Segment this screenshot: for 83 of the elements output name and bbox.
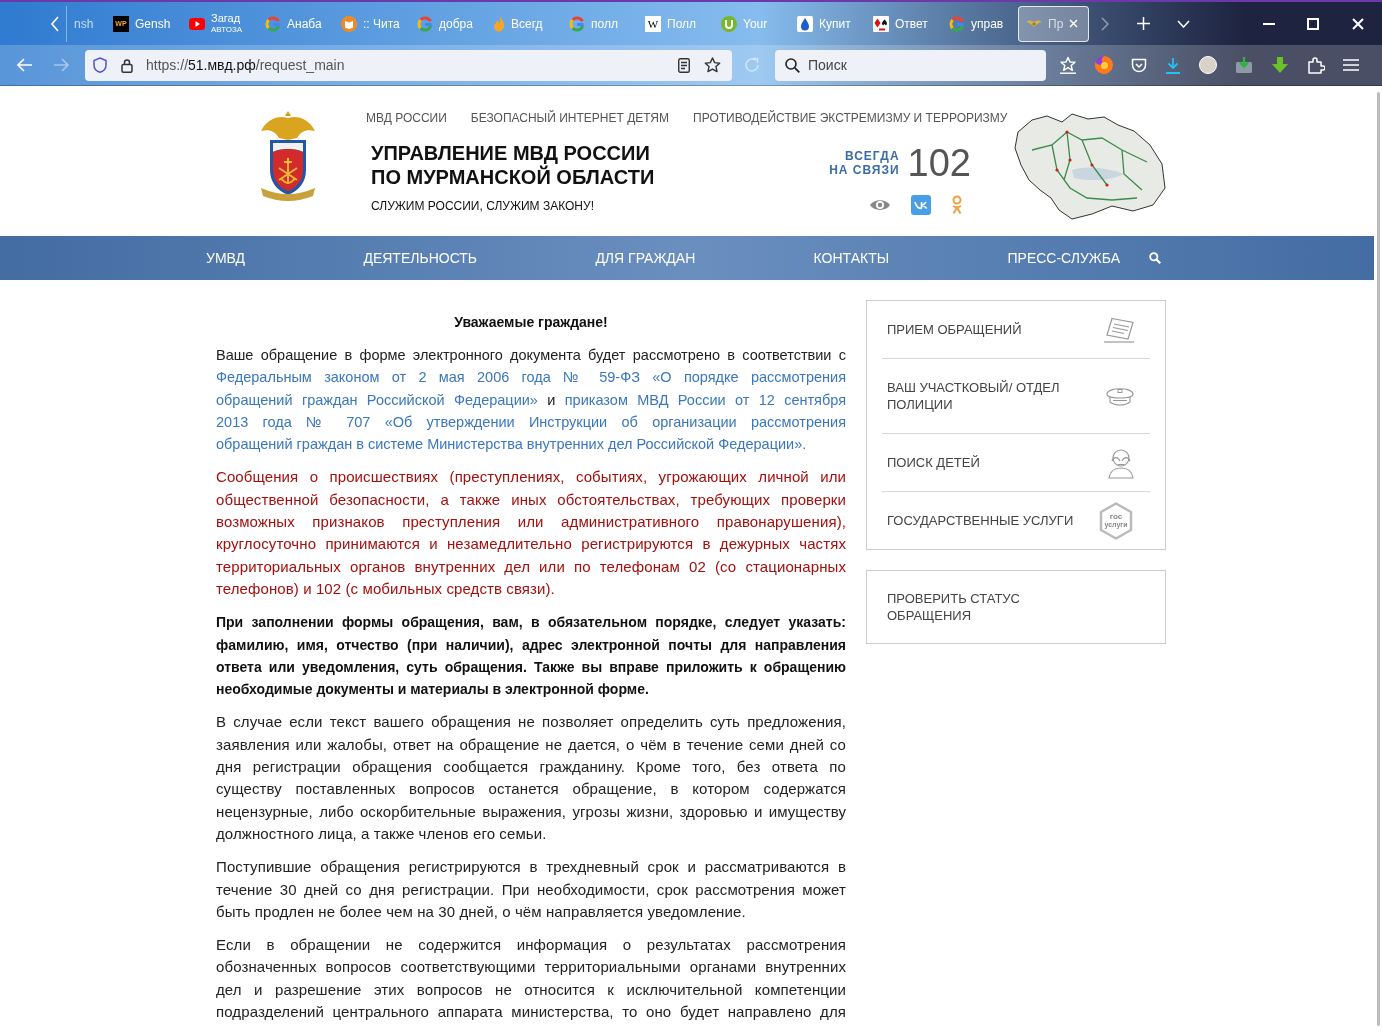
document-link[interactable]: обращений граждан в системе Министерства внутренних дел Российской Федерации». (216, 436, 807, 453)
close-icon[interactable] (1352, 17, 1364, 30)
arrow-down-icon[interactable] (1271, 56, 1289, 74)
service-link[interactable]: ВАШ УЧАСТКОВЫЙ/ ОТДЕЛ ПОЛИЦИИ (882, 359, 1150, 434)
lock-icon[interactable] (121, 57, 133, 73)
document-link[interactable]: приказом МВД России от 12 сентября (564, 391, 847, 408)
multicolor-g-icon (265, 15, 281, 32)
top-link[interactable]: МВД РОССИИ (366, 109, 447, 127)
text-paragraph: В случае если текст вашего обращения не позволяет определить суть предложения, заявления или жалобы, ответ на обращение не дается, о чём в течение семи дней со дня регистрации обращения сообщается гражданину. Кроме того, без ответа по существу поставленных вопросов останется обращение, в котором содержатся нецензурные, либо оскорбительные выражения, угрозы жизни, здоровью и имуществу должностного лица, а также членов его семьи. (216, 712, 846, 844)
wings-icon (1026, 18, 1042, 29)
multicolor-g-icon (949, 15, 965, 32)
text-paragraph: Если в обращении не содержится информация о результатах рассмотрения обозначенных вопросов соответствующими территориальными органами внутренних дел и разрешение этих вопросов не относится к исключительной компетенции подразделений центрального аппарата министерства, то оно будет направлено для (216, 935, 846, 1022)
chevron-left-icon[interactable] (50, 15, 60, 32)
download-icon[interactable] (1165, 56, 1181, 74)
top-link[interactable]: ПРОТИВОДЕЙСТВИЕ ЭКСТРЕМИЗМУ И ТЕРРОРИЗМУ (693, 109, 1008, 127)
eye-icon[interactable] (869, 198, 891, 212)
browser-tab[interactable]: Купит (789, 5, 865, 42)
page-icon[interactable] (678, 57, 690, 73)
pocket-icon[interactable] (1131, 57, 1147, 73)
document-link[interactable]: Федеральным законом от 2 мая 2006 года № 59-ФЗ «О порядке рассмотрения (216, 369, 846, 386)
browser-tab[interactable]: :: Чита (333, 5, 409, 42)
cap-icon (1105, 385, 1135, 407)
nav-link[interactable]: ДЛЯ ГРАЖДАН (595, 247, 696, 269)
site-logo: W (645, 15, 661, 32)
service-link[interactable]: ПОИСК ДЕТЕЙ (882, 434, 1150, 492)
tray-arrow-icon[interactable] (1235, 56, 1253, 74)
multicolor-g-icon (569, 15, 585, 32)
search-icon (785, 57, 800, 73)
bold-paragraph: При заполнении формы обращения, вам, в обязательном порядке, следует указать: фамилию, имя, отчество (при наличии), адрес электронной почты для направления ответа или уведомления, суть обращения. Также вы вправе приложить к обращению необходимые документы и материалы в электронной форме. (216, 613, 846, 700)
site-title: УПРАВЛЕНИЕ МВД РОССИИ ПО МУРМАНСКОЙ ОБЛАСТИ (371, 141, 655, 189)
puzzle-icon[interactable] (1307, 56, 1325, 74)
browser-tab[interactable]: Анаба (257, 5, 333, 42)
back-icon[interactable] (17, 58, 33, 72)
nav-link[interactable]: КОНТАКТЫ (813, 247, 890, 269)
social-tile-icon[interactable] (911, 195, 931, 215)
document-link[interactable]: 2013 года № 707 «Об утверждении Инструкции об организации рассмотрения (216, 413, 846, 430)
url-text[interactable]: https://51.мвд.рф/request_main (146, 54, 345, 76)
browser-tab[interactable]: Всегд (485, 5, 561, 42)
nav-link[interactable]: ПРЕСС-СЛУЖБА (1007, 247, 1120, 269)
service-link[interactable]: ПРИЕМ ОБРАЩЕНИЙ (882, 301, 1150, 359)
text-paragraph: Поступившие обращения регистрируются в трехдневный срок и рассматриваются в течение 30 дней со дня регистрации. При необходимости, срок рассмотрения может быть продлен не более чем на 30 дней, о чём направляется уведомление. (216, 857, 846, 922)
site-slogan: СЛУЖИМ РОССИИ, СЛУЖИМ ЗАКОНУ! (371, 199, 595, 213)
text-paragraph: Ваше обращение в форме электронного документа будет рассмотрено в соответствии с Федеральным законом от 2 мая 2006 года № 59-ФЗ «О порядке рассмотрения обращений граждан Российской Федерации» и приказом МВД России от 12 сентября 2013 года № 707 «Об утверждении Инструкции об организации рассмотрения обращений граждан в системе Министерства внутренних дел Российской Федерации». (216, 346, 846, 455)
browser-tab[interactable]: Пр (1018, 5, 1089, 42)
drop-icon (797, 15, 813, 32)
minimize-icon[interactable] (1263, 22, 1275, 25)
hotline-label: ВСЕГДА НА СВЯЗИ (829, 149, 900, 177)
plus-icon[interactable] (1137, 17, 1150, 30)
document-link[interactable]: обращений граждан Российской Федерации» (216, 391, 538, 408)
browser-tab[interactable]: nsh (66, 5, 105, 42)
page-heading: Уважаемые граждане! (453, 313, 609, 332)
browser-tab[interactable]: Загад АВТОЗА (181, 5, 257, 42)
browser-tab[interactable]: Ответ (865, 5, 941, 42)
status-check-link[interactable]: ПРОВЕРИТЬ СТАТУС ОБРАЩЕНИЯ (866, 570, 1166, 644)
badge-icon (721, 15, 737, 32)
multicolor-g-icon (417, 15, 433, 32)
search-field[interactable]: Поиск (775, 49, 1046, 81)
top-link[interactable]: БЕЗОПАСНЫЙ ИНТЕРНЕТ ДЕТЯМ (470, 109, 670, 127)
maximize-icon[interactable] (1307, 17, 1319, 30)
warning-paragraph: Сообщения о происшествиях (преступлениях, событиях, угрожающих личной или общественной безопасности, а также иных обстоятельствах, требующих проверки возможных признаков преступления или административного правонарушения), круглосуточно принимаются и незамедлительно регистрируются в дежурных частях территориальных органов внутренних дел или по телефонам 02 (со стационарных телефонов) и 102 (с мобильных средств связи). (216, 467, 846, 599)
document-icon (1103, 316, 1135, 343)
avatar-icon[interactable] (1199, 56, 1217, 74)
hotline-number: 102 (907, 143, 971, 183)
search-icon[interactable] (1149, 252, 1161, 264)
star-tray-icon[interactable] (1059, 56, 1077, 74)
scrollbar-thumb[interactable] (1377, 92, 1380, 1026)
nav-link[interactable]: УМВД (206, 247, 246, 269)
nav-link[interactable]: ДЕЯТЕЛЬНОСТЬ (363, 247, 478, 269)
menu-icon[interactable] (1343, 59, 1359, 71)
person-icon (1107, 446, 1135, 479)
flame-icon (493, 15, 505, 32)
play-icon (189, 17, 205, 30)
browser-tab[interactable]: W Полл (637, 5, 713, 42)
shield-icon[interactable] (93, 57, 107, 73)
chevron-down-icon[interactable] (1177, 19, 1190, 28)
browser-tab[interactable]: управ (941, 5, 1017, 42)
book-icon (341, 15, 357, 32)
address-bar[interactable]: https://51.мвд.рф/request_main (85, 49, 732, 81)
browser-tab[interactable]: добра (409, 5, 485, 42)
browser-logo-icon[interactable] (1095, 56, 1113, 74)
chevron-right-icon[interactable] (1101, 16, 1109, 31)
star-icon[interactable] (704, 57, 721, 73)
cards-icon (873, 15, 889, 32)
